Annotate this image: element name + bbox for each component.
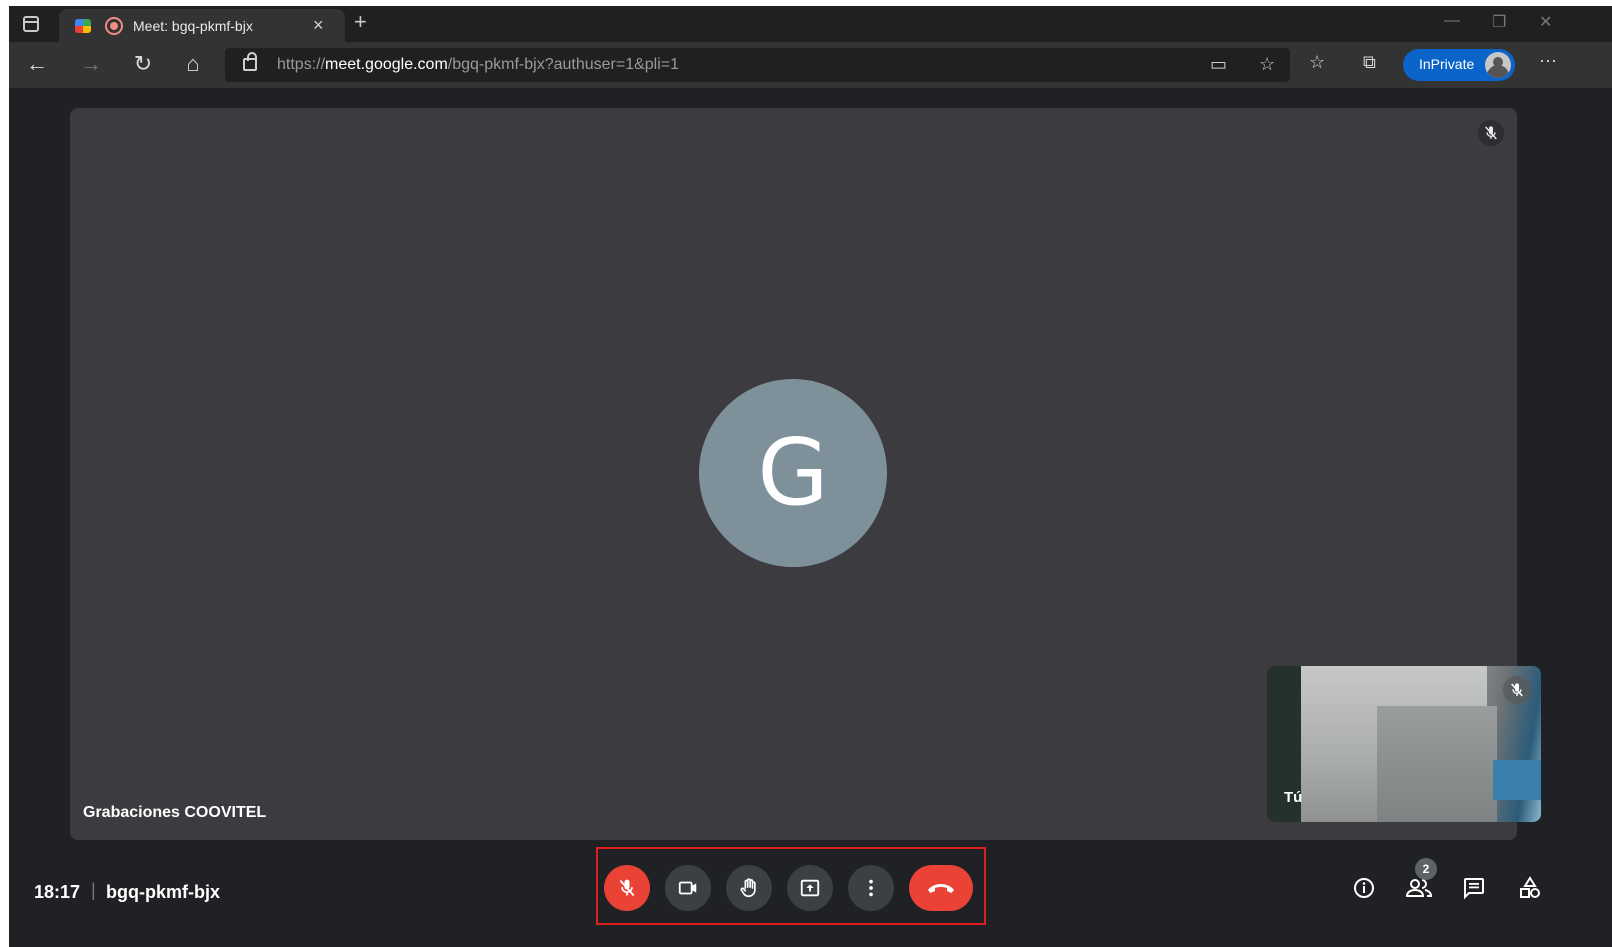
info-icon [1354, 878, 1374, 898]
tab-close-button[interactable]: × [313, 15, 324, 36]
self-name-label: Tú [1284, 789, 1303, 806]
activities-icon [1520, 876, 1540, 898]
meeting-time: 18:17 [34, 882, 81, 902]
home-icon[interactable]: ⌂ [179, 51, 207, 77]
self-video-wall [1377, 706, 1497, 822]
recording-icon [105, 17, 123, 35]
separator: | [91, 880, 96, 900]
browser-window: Meet: bgq-pkmf-bjx × + — ❐ ✕ ← → ↻ ⌂ htt… [9, 6, 1612, 947]
end-call-button[interactable] [909, 865, 973, 911]
inprivate-label: InPrivate [1419, 56, 1475, 72]
tab-actions-icon[interactable] [23, 16, 39, 32]
add-favorite-icon[interactable]: ☆ [1259, 54, 1275, 75]
self-mic-off-icon [1503, 676, 1531, 704]
mic-off-indicator-icon [1478, 120, 1504, 146]
more-options-button[interactable] [848, 865, 894, 911]
address-bar[interactable]: https://meet.google.com/bgq-pkmf-bjx?aut… [225, 48, 1290, 82]
meeting-code[interactable]: bgq-pkmf-bjx [106, 882, 220, 903]
end-call-icon [928, 884, 954, 893]
new-tab-button[interactable]: + [354, 9, 367, 35]
forward-icon[interactable]: → [77, 51, 105, 77]
profile-avatar-icon [1485, 52, 1511, 78]
participant-avatar: G [699, 379, 887, 567]
camera-toggle-button[interactable] [665, 865, 711, 911]
more-options-icon [869, 879, 873, 897]
camera-permission-icon[interactable]: ▭ [1210, 54, 1227, 75]
present-screen-button[interactable] [787, 865, 833, 911]
tab-title: Meet: bgq-pkmf-bjx [133, 18, 253, 34]
meeting-details-button[interactable] [1346, 870, 1382, 906]
avatar-initial: G [757, 419, 829, 526]
url-scheme: https:// [277, 56, 326, 73]
more-menu-button[interactable]: ··· [1539, 50, 1557, 71]
chat-icon [1464, 878, 1484, 900]
self-video-tile[interactable]: Tú [1267, 666, 1541, 822]
raise-hand-icon [740, 878, 756, 898]
url-host: meet.google.com [325, 56, 448, 73]
self-video-window [1493, 760, 1541, 800]
favorites-icon[interactable]: ☆ [1309, 52, 1325, 73]
mic-off-icon [619, 879, 635, 897]
mic-toggle-button[interactable] [604, 865, 650, 911]
browser-toolbar: ← → ↻ ⌂ https://meet.google.com/bgq-pkmf… [9, 42, 1612, 88]
restore-icon[interactable]: ❐ [1492, 12, 1506, 32]
back-icon[interactable]: ← [23, 51, 51, 77]
present-screen-icon [800, 879, 820, 897]
lock-icon[interactable] [243, 52, 257, 71]
activities-button[interactable] [1512, 870, 1548, 906]
minimize-icon[interactable]: — [1444, 12, 1460, 30]
url-path: /bgq-pkmf-bjx?authuser=1&pli=1 [447, 56, 680, 73]
browser-tab[interactable]: Meet: bgq-pkmf-bjx × [59, 9, 345, 42]
meet-favicon-icon [75, 19, 91, 33]
tab-bar: Meet: bgq-pkmf-bjx × + — ❐ ✕ [9, 6, 1612, 42]
camera-icon [678, 881, 697, 895]
collections-icon[interactable]: ⧉ [1363, 52, 1376, 73]
main-participant-name: Grabaciones COOVITEL [83, 804, 267, 821]
window-close-icon[interactable]: ✕ [1539, 12, 1552, 32]
meet-stage: G Grabaciones COOVITEL Tú 18:17 | bgq-pk… [9, 88, 1612, 947]
chat-button[interactable] [1456, 870, 1492, 906]
refresh-icon[interactable]: ↻ [129, 51, 157, 77]
raise-hand-button[interactable] [726, 865, 772, 911]
inprivate-button[interactable]: InPrivate [1403, 49, 1515, 81]
participant-count-badge: 2 [1415, 858, 1437, 880]
url-text[interactable]: https://meet.google.com/bgq-pkmf-bjx?aut… [277, 56, 679, 74]
